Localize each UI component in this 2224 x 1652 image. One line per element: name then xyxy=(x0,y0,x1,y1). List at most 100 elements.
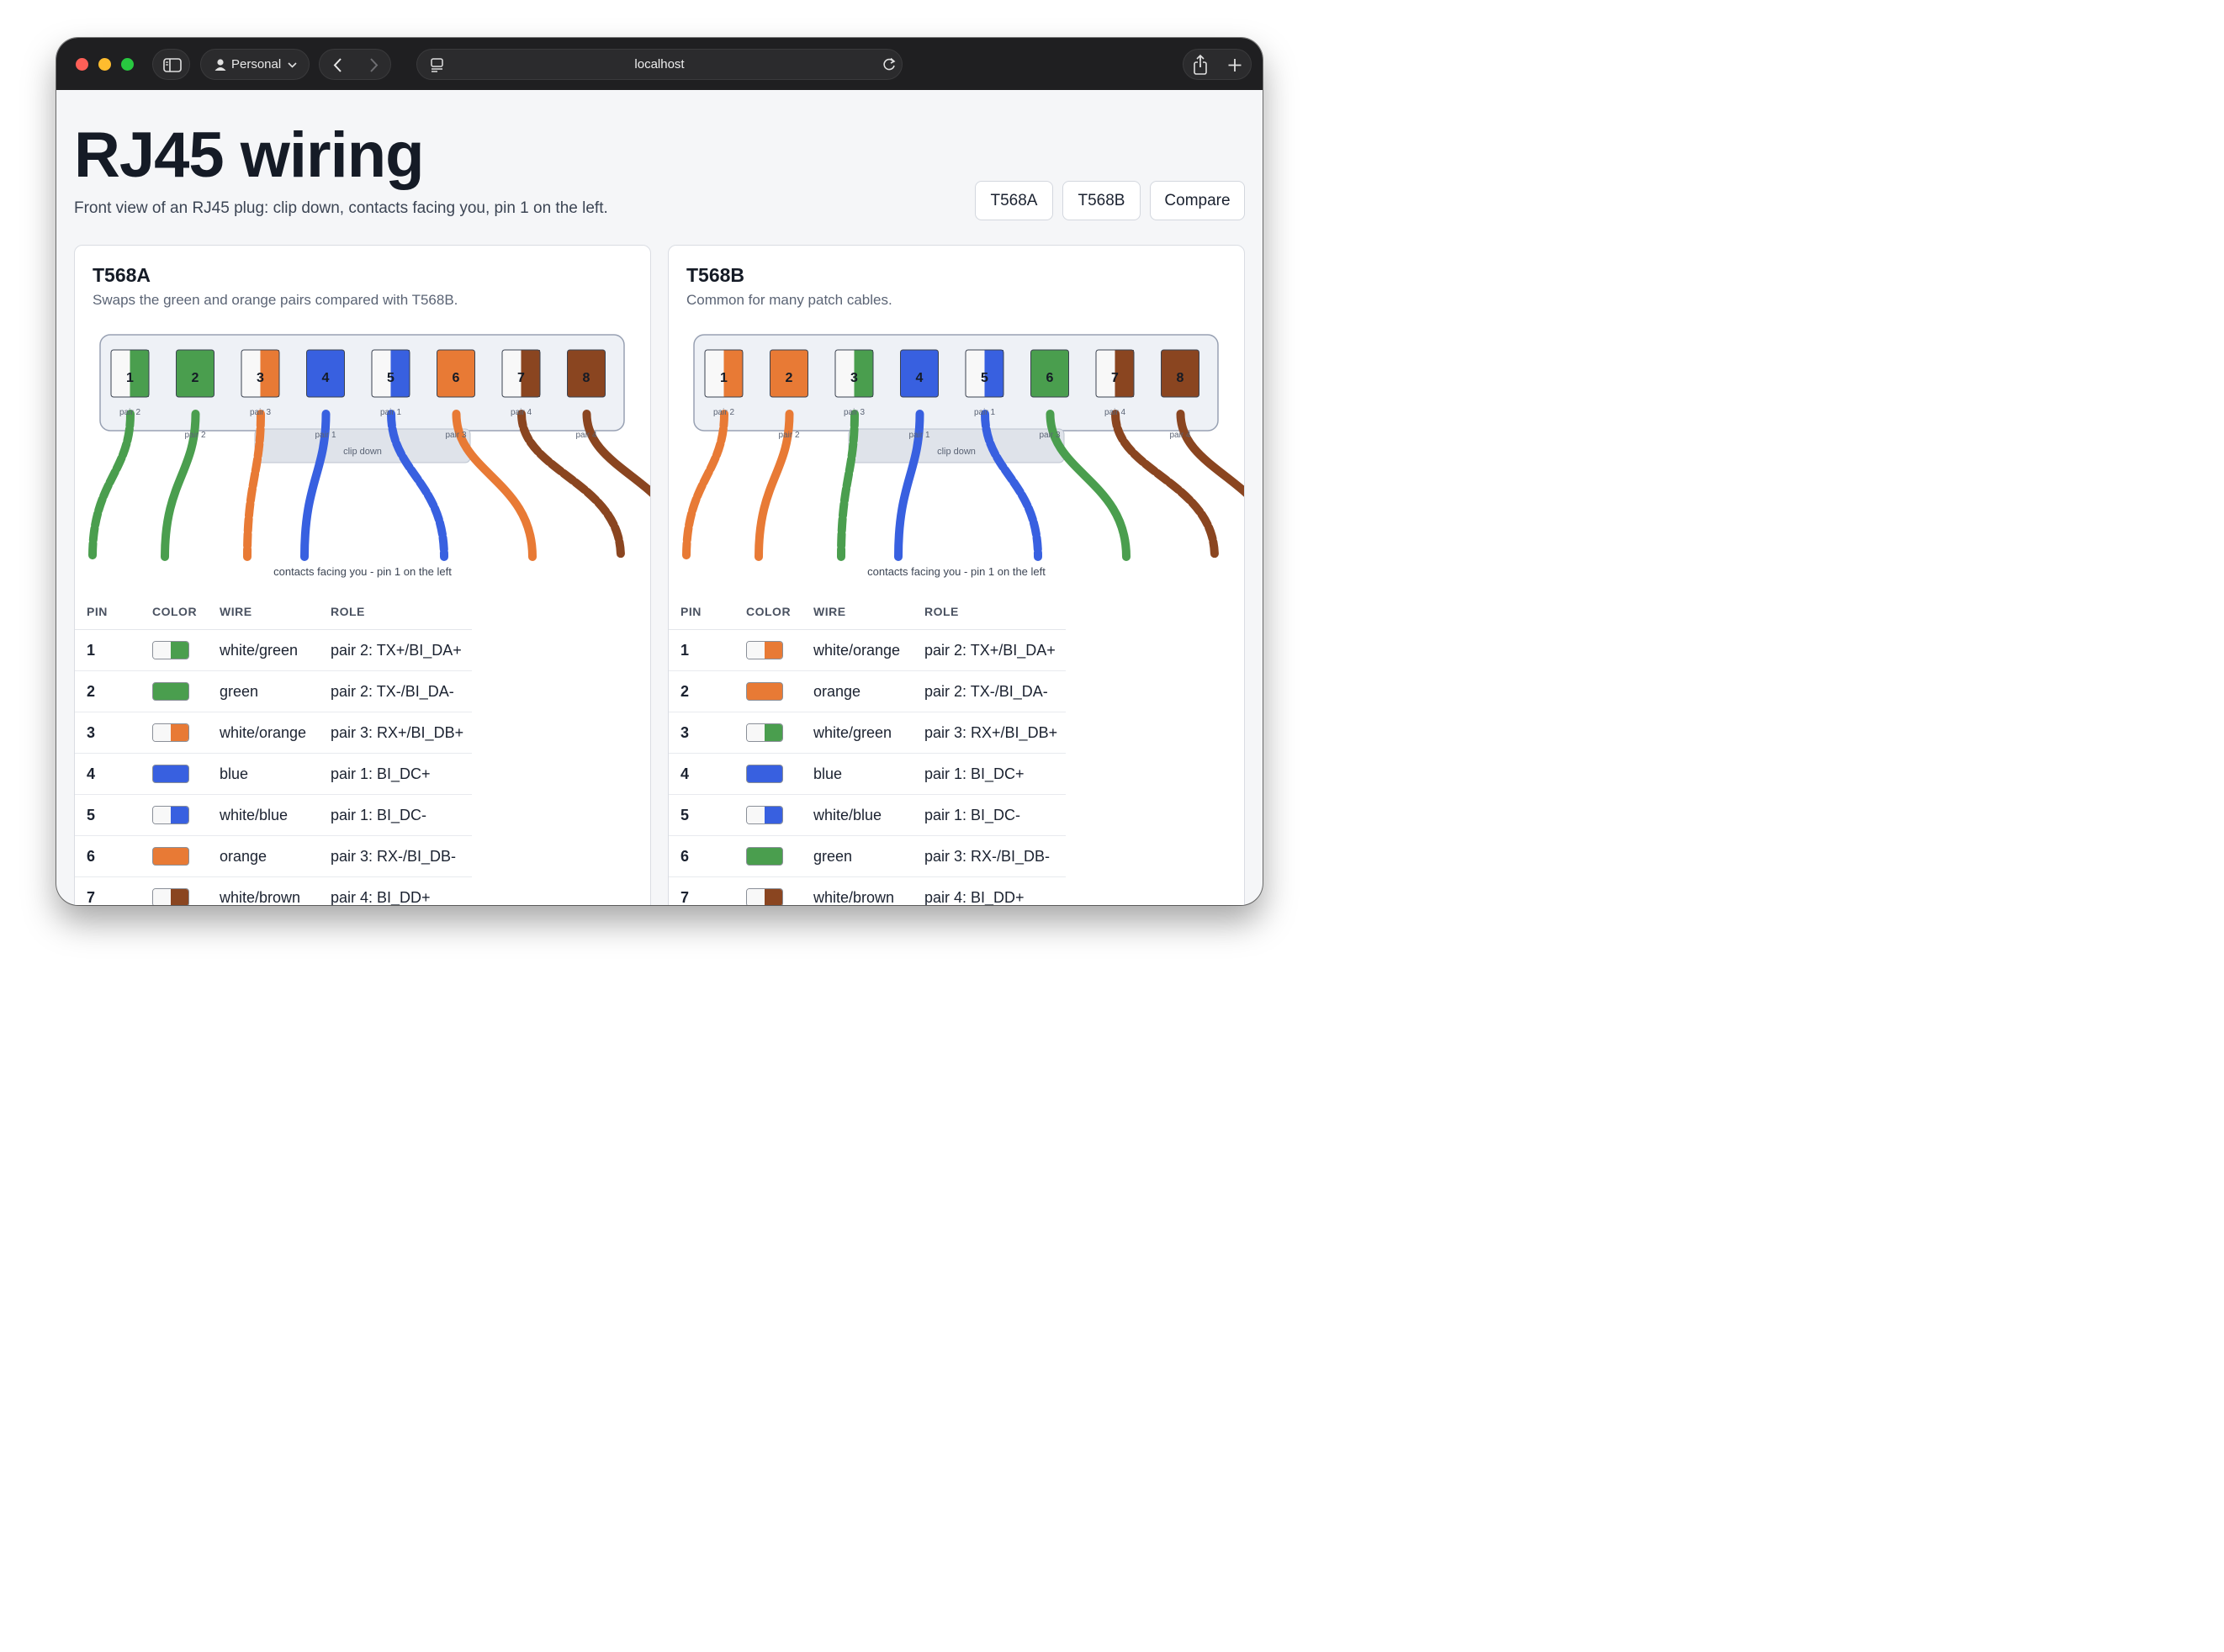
share-icon[interactable] xyxy=(1183,50,1218,81)
cell-role: pair 3: RX+/BI_DB+ xyxy=(924,712,1066,754)
wire-pin-1 xyxy=(88,410,135,561)
color-swatch xyxy=(152,723,189,743)
address-bar[interactable]: localhost xyxy=(416,49,903,80)
wiring-table: PIN COLOR WIRE ROLE 1 white/orange pair 2:… xyxy=(669,594,1066,905)
cell-pin: 3 xyxy=(669,712,746,754)
table-row: 2 green pair 2: TX-/BI_DA- xyxy=(75,670,472,712)
table-row: 6 green pair 3: RX-/BI_DB- xyxy=(669,835,1066,877)
header-pin: PIN xyxy=(75,594,152,630)
page-content: RJ45 wiring Front view of an RJ45 plug: … xyxy=(56,90,1263,905)
page-subtitle: Front view of an RJ45 plug: clip down, c… xyxy=(74,199,608,217)
table-header-row: PIN COLOR WIRE ROLE xyxy=(669,594,1066,630)
contact-number: 3 xyxy=(850,371,858,385)
pair-label: pair 2 xyxy=(713,408,734,417)
minimize-window-button[interactable] xyxy=(98,58,111,71)
cell-color xyxy=(152,670,220,712)
cell-pin: 1 xyxy=(75,629,152,671)
cell-wire: white/green xyxy=(220,629,331,671)
color-swatch xyxy=(152,888,189,905)
back-icon[interactable] xyxy=(320,50,356,81)
cell-color xyxy=(746,629,813,671)
wire-pin-3 xyxy=(837,410,859,561)
pair-label: pair 1 xyxy=(380,408,401,417)
color-swatch xyxy=(746,847,783,866)
contact-number: 6 xyxy=(453,371,460,385)
cell-role: pair 1: BI_DC+ xyxy=(331,753,472,795)
header-color: COLOR xyxy=(152,594,220,630)
color-swatch xyxy=(152,806,189,825)
cell-wire: white/blue xyxy=(220,794,331,836)
cell-role: pair 2: TX+/BI_DA+ xyxy=(924,629,1066,671)
cell-role: pair 4: BI_DD+ xyxy=(924,876,1066,905)
forward-icon[interactable] xyxy=(356,50,392,81)
contact-number: 8 xyxy=(1177,371,1184,385)
address-text: localhost xyxy=(634,57,685,71)
table-row: 7 white/brown pair 4: BI_DD+ xyxy=(75,876,472,905)
cell-color xyxy=(152,876,220,905)
card-title: T568A xyxy=(93,264,151,286)
wire-pin-7 xyxy=(1111,410,1219,561)
reload-icon[interactable] xyxy=(876,50,901,81)
zoom-window-button[interactable] xyxy=(121,58,134,71)
contact-number: 7 xyxy=(1111,371,1119,385)
diagram-caption: contacts facing you - pin 1 on the left xyxy=(273,565,452,578)
chevron-down-icon xyxy=(288,62,297,68)
color-swatch xyxy=(152,682,189,702)
cell-role: pair 3: RX-/BI_DB- xyxy=(331,835,472,877)
new-tab-icon[interactable] xyxy=(1218,50,1252,81)
header-pin: PIN xyxy=(669,594,746,630)
cell-wire: blue xyxy=(220,753,331,795)
cell-color xyxy=(152,835,220,877)
cell-color xyxy=(152,629,220,671)
cell-pin: 7 xyxy=(75,876,152,905)
sidebar-toggle-button[interactable] xyxy=(152,49,190,80)
cell-wire: blue xyxy=(813,753,924,795)
mode-button-t568b[interactable]: T568B xyxy=(1062,181,1141,220)
cell-pin: 3 xyxy=(75,712,152,754)
pair-label: pair 2 xyxy=(184,431,205,440)
contact-number: 4 xyxy=(916,371,924,385)
cell-role: pair 3: RX-/BI_DB- xyxy=(924,835,1066,877)
standard-card-t568a: T568A Swaps the green and orange pairs c… xyxy=(74,245,651,905)
cell-wire: orange xyxy=(220,835,331,877)
plug-clip xyxy=(848,428,1065,463)
table-row: 6 orange pair 3: RX-/BI_DB- xyxy=(75,835,472,877)
cell-pin: 2 xyxy=(669,670,746,712)
color-swatch xyxy=(746,806,783,825)
cell-pin: 5 xyxy=(75,794,152,836)
mode-button-t568a[interactable]: T568A xyxy=(975,181,1053,220)
cell-color xyxy=(746,835,813,877)
pair-label: pair 3 xyxy=(1039,431,1060,440)
cell-color xyxy=(746,876,813,905)
table-row: 3 white/green pair 3: RX+/BI_DB+ xyxy=(669,712,1066,754)
card-title: T568B xyxy=(686,264,745,286)
table-row: 1 white/orange pair 2: TX+/BI_DA+ xyxy=(669,629,1066,671)
diagram-caption: contacts facing you - pin 1 on the left xyxy=(867,565,1046,578)
cell-color xyxy=(746,753,813,795)
navigation-group xyxy=(319,49,391,80)
profile-button[interactable]: Personal xyxy=(200,49,310,80)
cell-role: pair 1: BI_DC- xyxy=(331,794,472,836)
card-description: Swaps the green and orange pairs compare… xyxy=(93,292,458,308)
cell-role: pair 1: BI_DC- xyxy=(924,794,1066,836)
standard-card-t568b: T568B Common for many patch cables. clip… xyxy=(668,245,1245,905)
cell-color xyxy=(746,794,813,836)
contact-number: 1 xyxy=(720,371,728,385)
browser-window: Personal localhost RJ45 wiring Front vie… xyxy=(56,38,1263,905)
clip-label: clip down xyxy=(343,447,382,457)
pair-label: pair 3 xyxy=(844,408,865,417)
contact-number: 6 xyxy=(1046,371,1054,385)
mode-button-compare[interactable]: Compare xyxy=(1150,181,1245,220)
cell-color xyxy=(746,712,813,754)
header-wire: WIRE xyxy=(813,594,924,630)
color-swatch xyxy=(746,641,783,660)
close-window-button[interactable] xyxy=(76,58,88,71)
cell-color xyxy=(152,753,220,795)
color-swatch xyxy=(152,765,189,784)
header-role: ROLE xyxy=(331,594,472,630)
plug-clip xyxy=(254,428,471,463)
pair-label: pair 4 xyxy=(1169,431,1190,440)
cell-pin: 4 xyxy=(669,753,746,795)
table-row: 4 blue pair 1: BI_DC+ xyxy=(669,753,1066,795)
cell-wire: orange xyxy=(813,670,924,712)
